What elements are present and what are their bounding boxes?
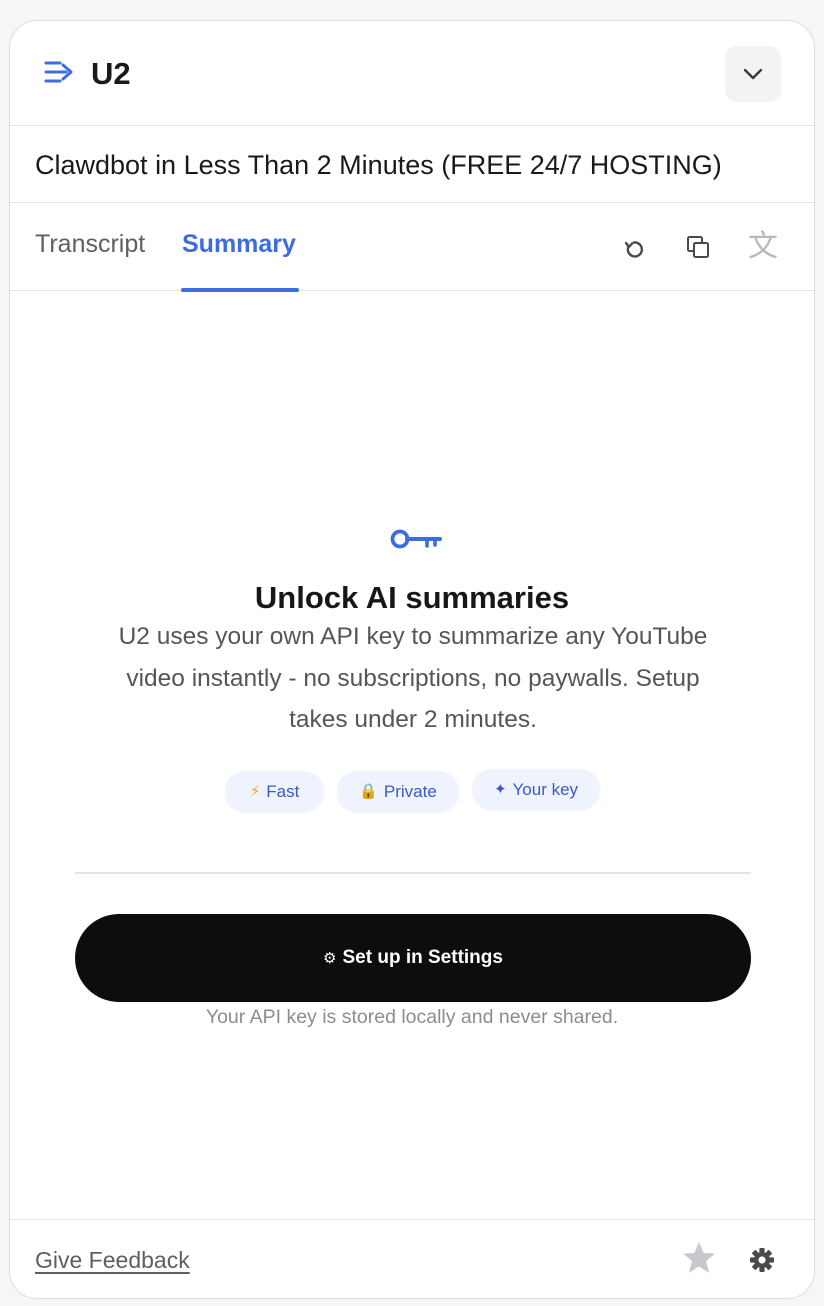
unlock-title: Unlock AI summaries	[254, 580, 570, 615]
setup-settings-button[interactable]: ⚙ Set up in Settings	[75, 914, 751, 1002]
give-feedback-link[interactable]: Give Feedback	[35, 1244, 190, 1276]
copy-button[interactable]	[678, 227, 718, 267]
pill-fast: ⚡ Fast	[225, 771, 324, 812]
copy-icon	[687, 236, 709, 258]
pill-label: Private	[383, 781, 437, 801]
pill-label: Your key	[512, 779, 579, 799]
side-panel: U2 Clawdbot in Less Than 2 Minutes (FREE…	[9, 20, 815, 1299]
panel-footer: Give Feedback	[10, 1219, 814, 1298]
refresh-icon	[624, 241, 643, 258]
sparkle-icon: ✦	[493, 781, 507, 798]
divider	[75, 872, 751, 874]
feature-pills: ⚡ Fast 🔒 Private ✦ Your key	[10, 769, 814, 813]
collapse-button[interactable]	[725, 46, 781, 102]
video-title-bar: Clawdbot in Less Than 2 Minutes (FREE 24…	[10, 126, 814, 203]
app-title: U2	[91, 56, 131, 91]
list-arrow-icon	[44, 61, 73, 83]
summary-content: Unlock AI summaries U2 uses your own API…	[10, 291, 814, 1219]
tab-summary[interactable]: Summary	[182, 227, 296, 261]
key-icon	[390, 529, 442, 549]
refresh-button[interactable]	[614, 227, 654, 267]
lightning-icon: ⚡	[249, 783, 261, 800]
tab-bar: Transcript Summary 文	[10, 203, 814, 292]
panel-header: U2	[10, 21, 814, 126]
privacy-note: Your API key is stored locally and never…	[205, 1006, 619, 1028]
translate-button[interactable]: 文	[743, 227, 783, 267]
lock-icon: 🔒	[359, 783, 378, 800]
unlock-description: U2 uses your own API key to summarize an…	[118, 623, 708, 733]
gear-icon: ⚙	[323, 950, 337, 967]
video-title: Clawdbot in Less Than 2 Minutes (FREE 24…	[35, 150, 722, 180]
pill-private: 🔒 Private	[337, 771, 459, 812]
tab-transcript[interactable]: Transcript	[35, 227, 145, 261]
pill-label: Fast	[266, 781, 300, 801]
translate-icon: 文	[748, 229, 778, 264]
pill-your-key: ✦ Your key	[472, 769, 600, 810]
star-icon[interactable]	[681, 1240, 717, 1276]
gear-icon[interactable]	[748, 1246, 776, 1274]
chevron-down-icon	[743, 68, 763, 80]
setup-button-label: Set up in Settings	[342, 947, 503, 968]
